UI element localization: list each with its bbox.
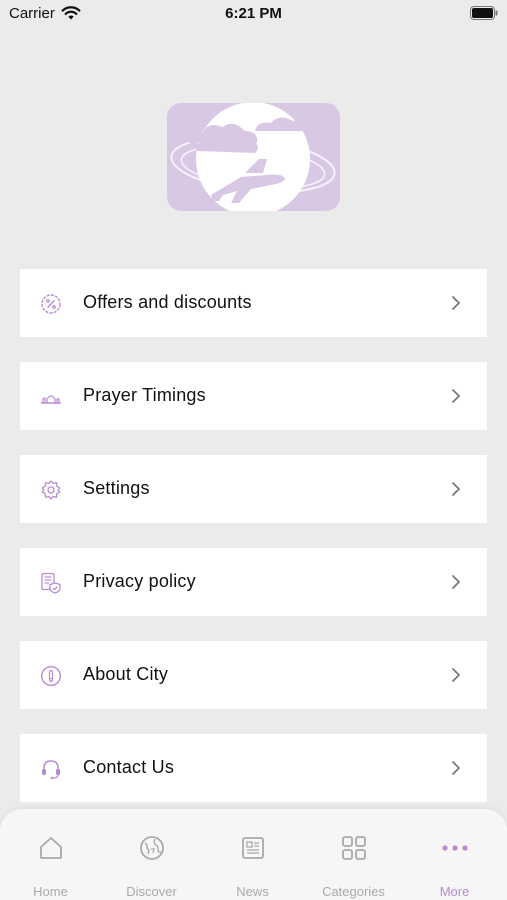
headset-icon <box>42 760 60 780</box>
menu-label-settings: Settings <box>83 478 150 498</box>
battery-icon <box>470 6 498 20</box>
tab-bar: Home Discover News Categories More <box>0 809 507 900</box>
tab-label-discover: Discover <box>126 884 177 899</box>
tab-label-news: News <box>236 884 269 899</box>
chevron-right-icon <box>452 575 460 589</box>
percent-badge-icon <box>41 294 61 314</box>
menu-label-about-city: About City <box>83 664 169 684</box>
tab-home[interactable]: Home <box>0 809 101 900</box>
chevron-right-icon <box>452 668 460 682</box>
more-dots-icon <box>441 845 468 851</box>
status-bar: Carrier 6:21 PM <box>0 0 507 30</box>
clock-time: 6:21 PM <box>225 5 282 22</box>
newspaper-icon <box>241 837 264 859</box>
menu-label-offers: Offers and discounts <box>83 292 252 312</box>
menu-label-privacy-policy: Privacy policy <box>83 571 196 591</box>
gear-icon <box>41 480 61 500</box>
menu-label-contact-us: Contact Us <box>83 757 175 777</box>
app-logo <box>167 103 340 211</box>
menu-item-offers[interactable]: Offers and discounts <box>20 269 487 337</box>
tab-news[interactable]: News <box>202 809 303 900</box>
info-icon <box>40 665 62 687</box>
tab-discover[interactable]: Discover <box>101 809 202 900</box>
tab-label-more: More <box>439 884 470 899</box>
menu-item-contact-us[interactable]: Contact Us <box>20 734 487 802</box>
grid-icon <box>341 836 366 860</box>
menu-label-prayer-timings: Prayer Timings <box>83 385 206 405</box>
tab-more[interactable]: More <box>404 809 505 900</box>
privacy-document-icon <box>41 572 61 594</box>
chevron-right-icon <box>452 389 460 403</box>
tab-label-categories: Categories <box>322 884 385 899</box>
menu-item-privacy-policy[interactable]: Privacy policy <box>20 548 487 616</box>
menu-item-prayer-timings[interactable]: Prayer Timings <box>20 362 487 430</box>
tab-label-home: Home <box>33 884 68 899</box>
globe-icon <box>139 836 164 860</box>
chevron-right-icon <box>452 296 460 310</box>
home-icon <box>39 837 62 859</box>
chevron-right-icon <box>452 761 460 775</box>
tab-categories[interactable]: Categories <box>303 809 404 900</box>
chevron-right-icon <box>452 482 460 496</box>
menu-item-about-city[interactable]: About City <box>20 641 487 709</box>
mosque-icon <box>41 395 61 404</box>
menu-item-settings[interactable]: Settings <box>20 455 487 523</box>
